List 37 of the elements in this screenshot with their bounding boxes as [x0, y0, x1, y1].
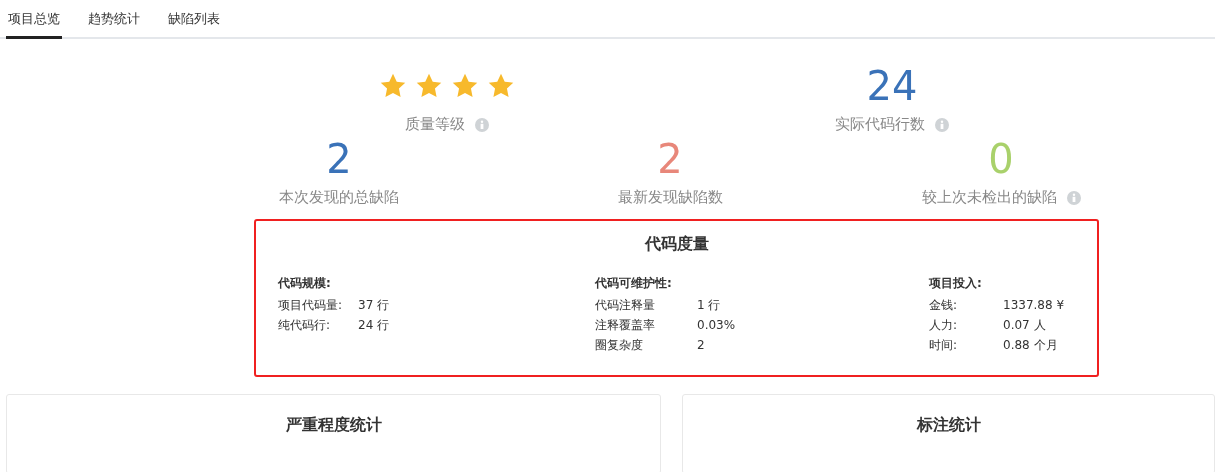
- tab[interactable]: 趋势统计: [86, 0, 142, 39]
- metric-label: 金钱:: [929, 297, 959, 314]
- info-icon[interactable]: [935, 117, 949, 132]
- info-icon[interactable]: [475, 117, 489, 132]
- metric-label: 圈复杂度: [595, 337, 644, 354]
- group-title: 代码可维护性:: [595, 275, 673, 292]
- stat-label: 本次发现的总缺陷: [279, 188, 399, 207]
- stat-value: 0: [988, 138, 1014, 180]
- info-icon[interactable]: [1066, 190, 1081, 205]
- metric-label: 时间:: [929, 337, 959, 354]
- metric-value: 2: [697, 337, 705, 354]
- group-title: 项目投入:: [929, 275, 983, 292]
- metric-value: 37 行: [358, 297, 390, 314]
- metric-label: 注释覆盖率: [595, 317, 656, 334]
- metric-value: 24 行: [358, 317, 390, 334]
- metric-value: 1 行: [697, 297, 721, 314]
- metric-label: 代码注释量: [595, 297, 656, 314]
- metric-value: 0.03%: [697, 317, 736, 334]
- stat-label: 质量等级: [405, 115, 465, 134]
- metric-value: 0.88 个月: [1003, 337, 1058, 354]
- stat-value: 2: [657, 138, 683, 180]
- stat-value: 2: [326, 138, 352, 180]
- stat-label: 最新发现缺陷数: [617, 188, 723, 207]
- card-title: 标注统计: [916, 415, 981, 436]
- group-title: 代码规模:: [278, 275, 332, 292]
- metric-value: 0.07 人: [1003, 317, 1046, 334]
- tab[interactable]: 项目总览: [6, 0, 62, 39]
- metric-label: 纯代码行:: [278, 317, 332, 334]
- metric-value: 1337.88 ¥: [1003, 297, 1065, 314]
- tab[interactable]: 缺陷列表: [166, 0, 222, 39]
- metric-label: 人力:: [929, 317, 959, 334]
- stat-label: 较上次未检出的缺陷: [921, 188, 1057, 207]
- stat-value: 24: [866, 65, 918, 107]
- metric-label: 项目代码量:: [278, 297, 344, 314]
- card-title: 严重程度统计: [285, 415, 382, 436]
- stat-label: 实际代码行数: [835, 115, 925, 134]
- panel-title: 代码度量: [643, 234, 710, 255]
